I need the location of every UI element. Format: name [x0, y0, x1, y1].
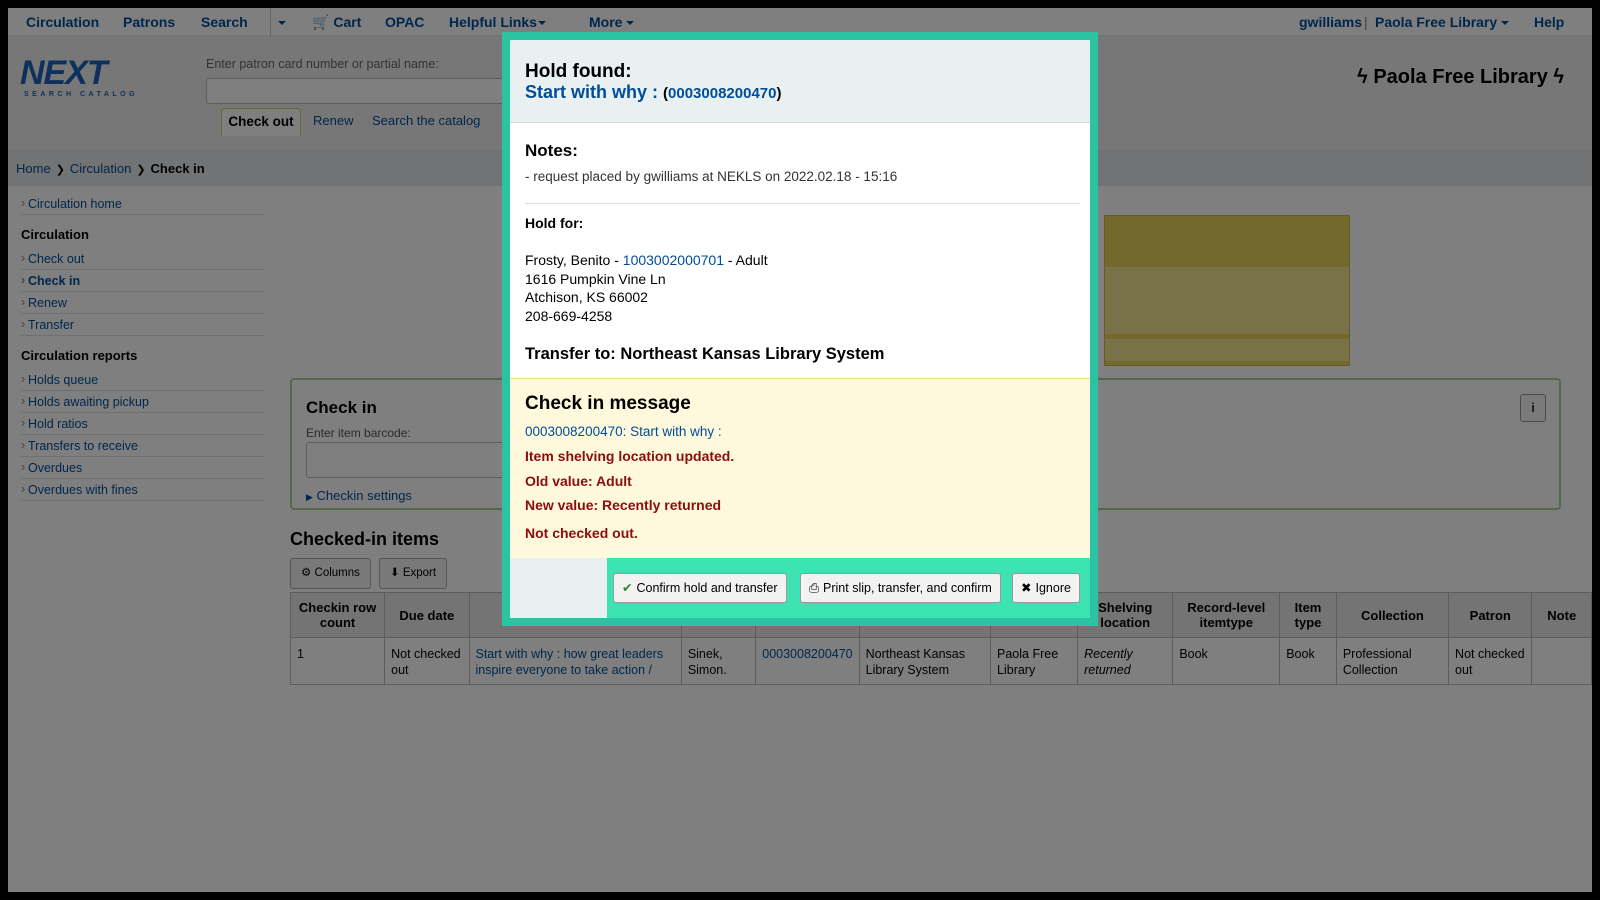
- confirm-hold-transfer-button[interactable]: ✔ Confirm hold and transfer: [613, 573, 787, 603]
- patron-category: - Adult: [727, 252, 768, 268]
- checkin-message-title: Check in message: [525, 393, 691, 414]
- item-title-link[interactable]: Start with why :: [525, 82, 658, 102]
- msg-location-updated: Item shelving location updated.: [525, 448, 735, 464]
- hold-for-label: Hold for:: [525, 215, 584, 231]
- patron-phone: 208-669-4258: [525, 307, 613, 324]
- checkin-message-item-link[interactable]: 0003008200470: Start with why :: [525, 424, 722, 439]
- msg-not-checked-out: Not checked out.: [525, 525, 638, 541]
- hold-found-modal: Hold found: Start with why : (0003008200…: [502, 32, 1098, 626]
- item-barcode-link[interactable]: 0003008200470: [668, 85, 776, 102]
- patron-name: Frosty, Benito -: [525, 252, 619, 268]
- notes-title: Notes:: [525, 141, 578, 160]
- paren-close: ): [776, 85, 782, 102]
- ignore-button-label: Ignore: [1035, 581, 1071, 595]
- patron-info: Frosty, Benito - 1003002000701 - Adult 1…: [525, 251, 768, 325]
- patron-line: Frosty, Benito - 1003002000701 - Adult: [525, 251, 768, 270]
- check-icon: ✔: [622, 581, 633, 595]
- print-button-label: Print slip, transfer, and confirm: [823, 581, 992, 595]
- notes-text: - request placed by gwilliams at NEKLS o…: [525, 169, 898, 184]
- modal-title: Hold found:: [525, 61, 632, 82]
- modal-content: Hold found: Start with why : (0003008200…: [510, 40, 1090, 618]
- msg-old-value: Old value: Adult: [525, 473, 632, 489]
- patron-address2: Atchison, KS 66002: [525, 289, 648, 305]
- print-slip-transfer-confirm-button[interactable]: ⎙ Print slip, transfer, and confirm: [800, 573, 1001, 603]
- transfer-to: Transfer to: Northeast Kansas Library Sy…: [525, 345, 885, 363]
- modal-footer: ✔ Confirm hold and transfer ⎙ Print slip, …: [510, 558, 1090, 618]
- ignore-button[interactable]: ✖ Ignore: [1012, 573, 1080, 603]
- close-icon: ✖: [1021, 581, 1032, 595]
- print-icon: ⎙: [809, 581, 820, 595]
- confirm-button-label: Confirm hold and transfer: [636, 581, 778, 595]
- modal-header: Hold found: Start with why : (0003008200…: [510, 40, 1090, 123]
- patron-address1: 1616 Pumpkin Vine Ln: [525, 270, 666, 287]
- modal-item-heading: Start with why : (0003008200470): [525, 82, 781, 103]
- patron-card-link[interactable]: 1003002000701: [623, 252, 724, 268]
- modal-footer-buttons: ✔ Confirm hold and transfer ⎙ Print slip, …: [607, 558, 1090, 618]
- msg-new-value: New value: Recently returned: [525, 497, 722, 513]
- checkin-message-panel: Check in message 0003008200470: Start wi…: [510, 378, 1090, 558]
- divider: [525, 203, 1080, 204]
